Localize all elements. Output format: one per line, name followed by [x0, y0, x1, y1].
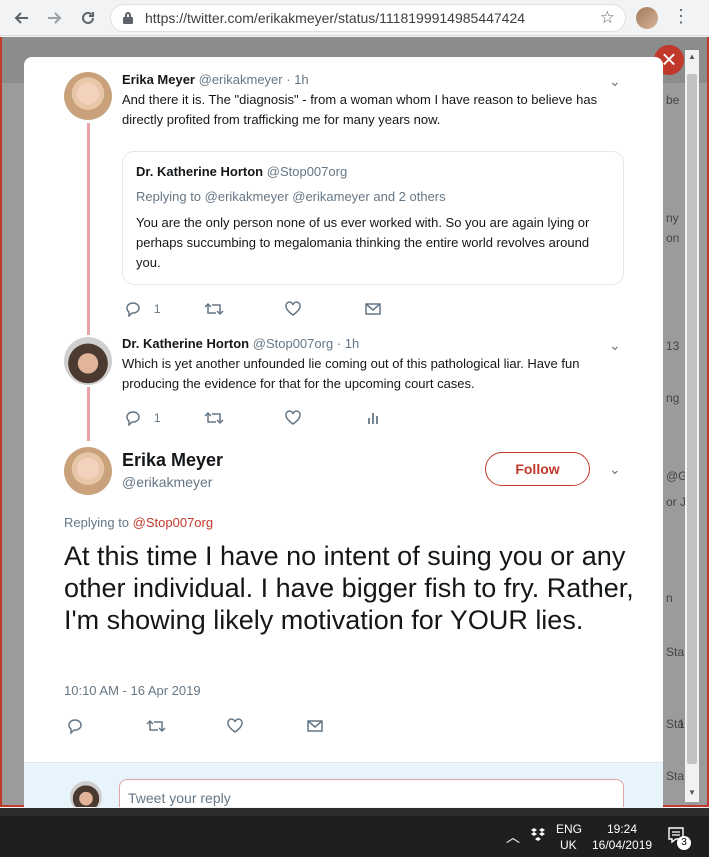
reply-button[interactable] [66, 716, 84, 735]
avatar [70, 781, 102, 807]
scroll-down-icon[interactable]: ▼ [685, 788, 699, 797]
browser-toolbar: https://twitter.com/erikakmeyer/status/1… [0, 0, 709, 36]
windows-taskbar: ︿ ENG UK 19:24 16/04/2019 [0, 816, 709, 857]
keyboard-layout: UK [560, 838, 577, 852]
like-button[interactable] [284, 299, 302, 317]
replying-to: Replying to @Stop007org [64, 515, 213, 530]
thread-line [87, 123, 90, 335]
replying-prefix: Replying to [64, 515, 130, 530]
tweet-modal: Erika Meyer @erikakmeyer · 1h ⌄ And ther… [24, 57, 663, 807]
reply-button[interactable]: 1 [124, 299, 161, 318]
main-tweet-text: At this time I have no intent of suing y… [64, 541, 634, 635]
page-scrollbar[interactable]: ▲ ▼ [685, 50, 699, 802]
arrow-right-icon [48, 12, 62, 24]
retweet-icon [204, 412, 224, 425]
forward-button[interactable] [42, 6, 66, 30]
analytics-button[interactable] [364, 408, 382, 426]
language-indicator[interactable]: ENG [556, 822, 582, 836]
author-name: Dr. Katherine Horton [136, 164, 264, 179]
heart-icon [227, 718, 243, 734]
author-handle: @Stop007org [252, 336, 334, 351]
retweet-button[interactable] [146, 716, 166, 734]
reload-icon [82, 11, 94, 24]
heart-icon [285, 410, 301, 426]
browser-menu-icon[interactable]: ⋮ [672, 6, 690, 27]
address-bar[interactable]: https://twitter.com/erikakmeyer/status/1… [110, 4, 626, 32]
reply-icon [126, 302, 140, 318]
avatar[interactable] [64, 337, 112, 385]
retweet-button[interactable] [204, 299, 224, 317]
scrollbar-thumb[interactable] [687, 74, 697, 764]
reload-button[interactable] [76, 6, 100, 30]
retweet-icon [204, 303, 224, 316]
chevron-down-icon[interactable]: ⌄ [609, 461, 621, 478]
quoted-tweet[interactable]: Dr. Katherine Horton @Stop007org Replyin… [122, 151, 624, 285]
reply-count: 1 [153, 302, 161, 316]
retweet-icon [146, 720, 166, 733]
notification-count-badge: 3 [677, 836, 691, 850]
message-button[interactable] [364, 299, 382, 317]
reply-icon [68, 719, 82, 735]
dropbox-icon[interactable] [530, 826, 546, 845]
tweet-time: · 1h [336, 336, 360, 351]
reply-input[interactable]: Tweet your reply [119, 779, 624, 807]
author-handle[interactable]: @erikakmeyer [122, 474, 212, 490]
reply-count: 1 [153, 411, 161, 425]
lock-icon [123, 12, 133, 24]
tweet-text: Which is yet another unfounded lie comin… [122, 356, 580, 391]
author-name[interactable]: Erika Meyer [122, 450, 223, 471]
follow-button[interactable]: Follow [485, 452, 590, 486]
message-button[interactable] [306, 716, 324, 734]
retweet-button[interactable] [204, 408, 224, 426]
avatar[interactable] [64, 72, 112, 120]
bookmark-star-icon[interactable]: ☆ [600, 8, 615, 28]
clock-time[interactable]: 19:24 [607, 822, 637, 836]
back-button[interactable] [10, 6, 34, 30]
bar-chart-icon [368, 413, 378, 425]
like-button[interactable] [226, 716, 244, 734]
author-handle: @Stop007org [266, 164, 348, 179]
tweet-author[interactable]: Erika Meyer @erikakmeyer · 1h [122, 72, 309, 87]
clock-date: 16/04/2019 [592, 838, 653, 852]
reply-composer: Tweet your reply [24, 762, 663, 807]
quoted-text: You are the only person none of us ever … [136, 215, 590, 270]
url-text: https://twitter.com/erikakmeyer/status/1… [145, 10, 526, 26]
taskbar-strip [0, 808, 709, 816]
envelope-icon [307, 720, 323, 733]
author-handle: @erikakmeyer [198, 72, 283, 87]
arrow-left-icon [14, 12, 28, 24]
tweet-text: And there it is. The "diagnosis" - from … [122, 92, 598, 127]
envelope-icon [365, 303, 381, 316]
tweet-author[interactable]: Dr. Katherine Horton @Stop007org · 1h [122, 336, 359, 351]
quoted-author: Dr. Katherine Horton @Stop007org [136, 164, 347, 179]
author-name: Erika Meyer [122, 72, 195, 87]
tweet-time: · 1h [286, 72, 309, 87]
chevron-up-icon[interactable]: ︿ [506, 827, 520, 847]
reply-button[interactable]: 1 [124, 408, 161, 427]
author-name: Dr. Katherine Horton [122, 336, 250, 351]
replying-handle-link[interactable]: @Stop007org [133, 515, 213, 530]
scroll-up-icon[interactable]: ▲ [685, 52, 699, 61]
profile-avatar[interactable] [636, 7, 658, 29]
quoted-replying-to: Replying to @erikakmeyer @erikameyer and… [136, 189, 446, 204]
avatar[interactable] [64, 447, 112, 495]
reply-icon [126, 411, 140, 427]
heart-icon [285, 301, 301, 317]
chevron-down-icon[interactable]: ⌄ [609, 73, 621, 90]
tweet-timestamp[interactable]: 10:10 AM - 16 Apr 2019 [64, 683, 201, 698]
thread-line [87, 387, 90, 441]
like-button[interactable] [284, 408, 302, 426]
chevron-down-icon[interactable]: ⌄ [609, 337, 621, 354]
